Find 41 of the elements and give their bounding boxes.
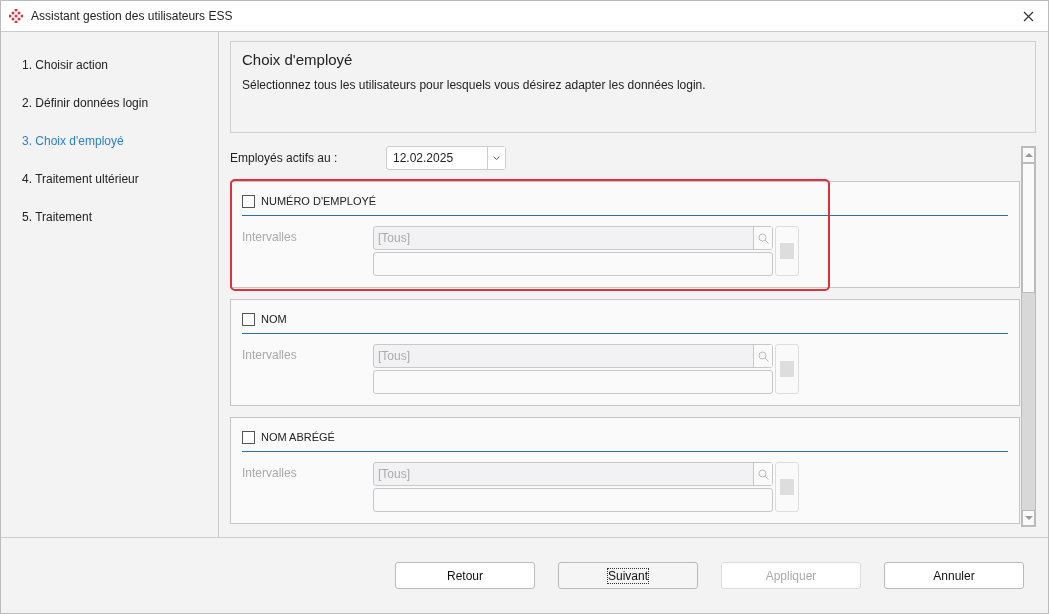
checkbox[interactable]	[242, 194, 255, 208]
window-title: Assistant gestion des utilisateurs ESS	[31, 9, 234, 23]
search-button[interactable]	[753, 345, 772, 367]
range-input-field[interactable]	[373, 488, 773, 512]
filter-title: NOM	[261, 313, 287, 325]
list-button[interactable]	[775, 344, 799, 394]
wizard-step[interactable]: 3. Choix d'employé	[1, 132, 218, 151]
checkbox[interactable]	[242, 312, 255, 326]
chevron-down-icon	[493, 156, 500, 160]
page-description: Sélectionnez tous les utilisateurs pour lesquels vous désirez adapter les données login.	[242, 78, 707, 92]
search-icon	[757, 468, 769, 480]
footer-button[interactable]: Retour	[395, 562, 535, 589]
page-title: Choix d'employé	[242, 51, 354, 68]
list-button[interactable]	[775, 462, 799, 512]
range-label: Intervalles	[242, 465, 298, 482]
wizard-step[interactable]: 5. Traitement	[1, 208, 218, 227]
date-field[interactable]: 12.02.2025	[386, 146, 506, 170]
search-button[interactable]	[753, 227, 772, 249]
filter-title: NOM ABRÉGÉ	[261, 431, 335, 443]
search-icon	[757, 232, 769, 244]
range-label: Intervalles	[242, 229, 298, 246]
list-button[interactable]	[775, 226, 799, 276]
date-label: Employés actifs au :	[230, 151, 339, 165]
logo-icon	[9, 9, 23, 23]
dropdown-button[interactable]	[487, 147, 505, 169]
arrow-up-icon	[1024, 153, 1033, 157]
scrollbar[interactable]	[1021, 146, 1036, 527]
footer-button[interactable]: Annuler	[884, 562, 1024, 589]
wizard-step[interactable]: 2. Définir données login	[1, 94, 218, 113]
range-input-field[interactable]	[373, 252, 773, 276]
filter-title: NUMÉRO D'EMPLOYÉ	[261, 195, 377, 207]
search-icon	[757, 350, 769, 362]
footer-button[interactable]: Suivant	[558, 562, 698, 589]
range-label: Intervalles	[242, 347, 298, 364]
wizard-step[interactable]: 1. Choisir action	[1, 56, 218, 75]
range-input-field[interactable]	[373, 370, 773, 394]
arrow-down-icon	[1024, 516, 1033, 520]
wizard-step[interactable]: 4. Traitement ultérieur	[1, 170, 218, 189]
checkbox[interactable]	[242, 430, 255, 444]
close-icon	[1022, 10, 1034, 22]
search-button[interactable]	[753, 463, 772, 485]
